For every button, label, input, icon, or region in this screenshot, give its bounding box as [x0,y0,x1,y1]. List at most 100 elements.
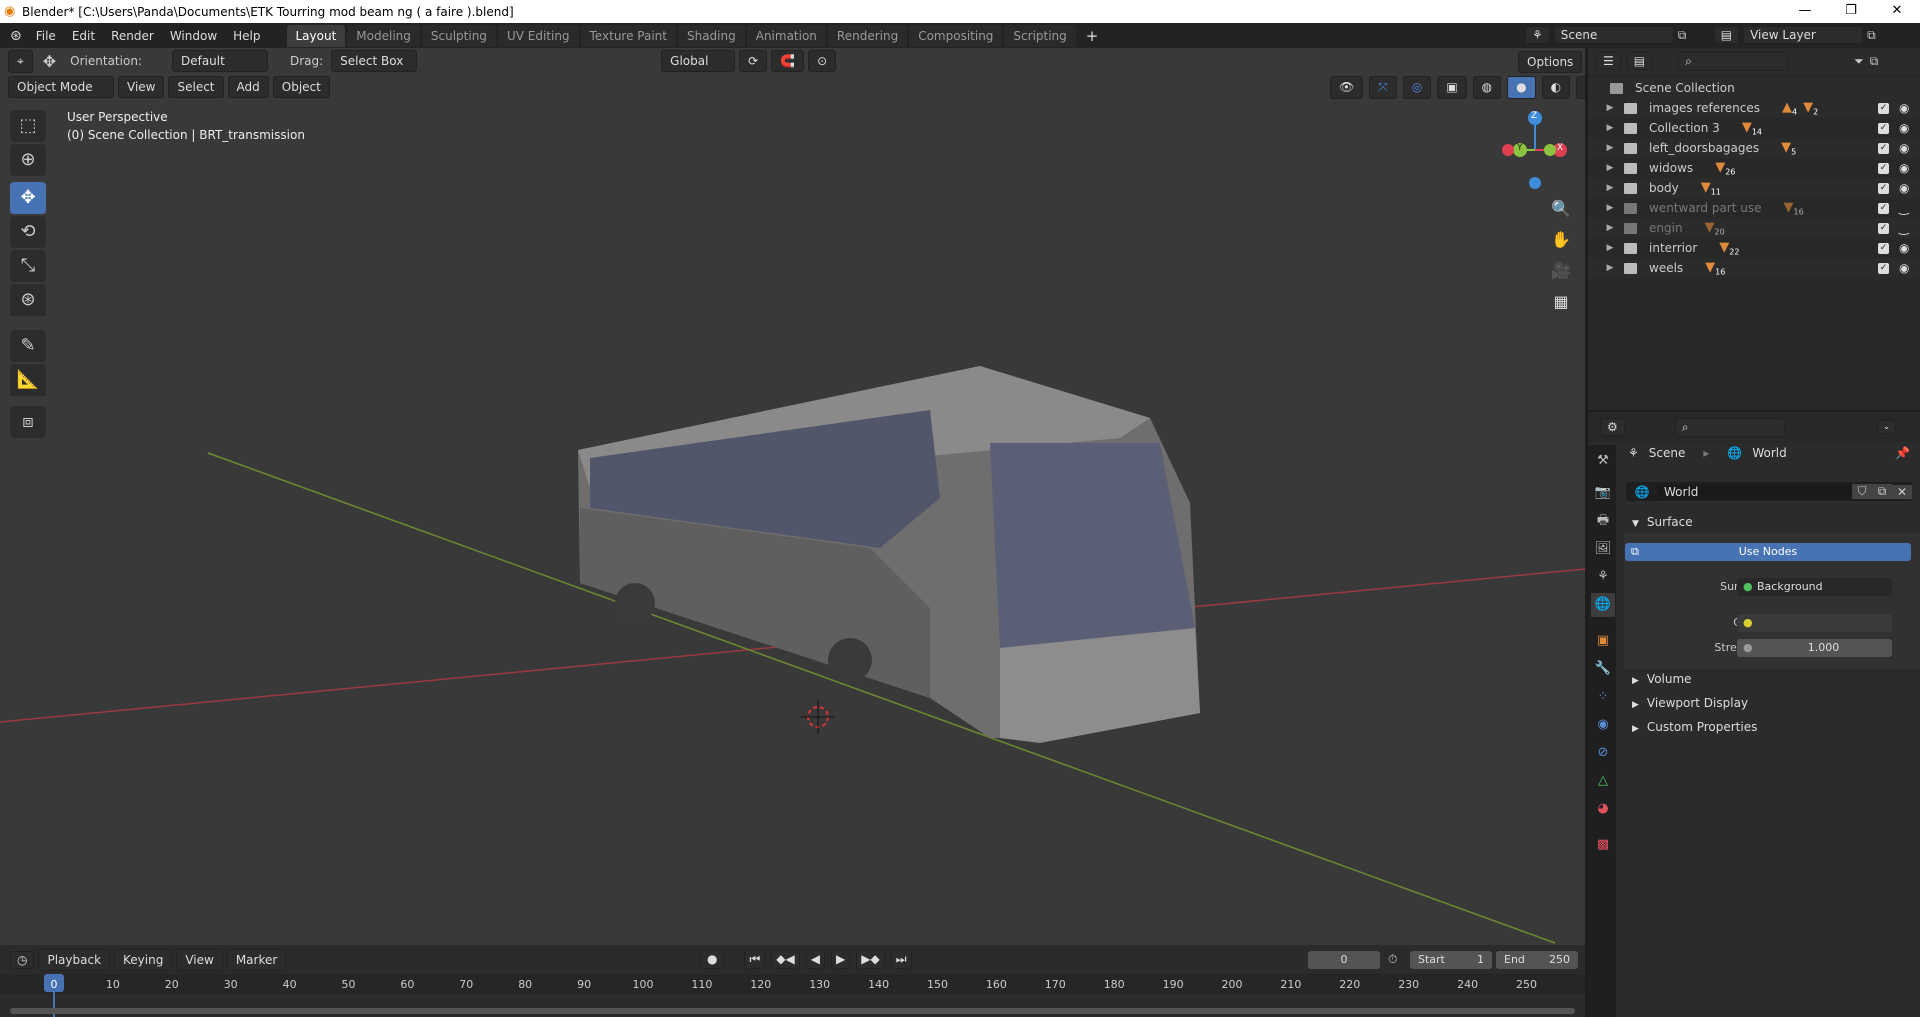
output-tab-icon[interactable]: 🖶 [1591,509,1615,533]
move-tool[interactable]: ✥ [10,182,46,214]
outliner-search-input[interactable]: ⌕ [1678,51,1789,71]
expand-icon[interactable]: ▶ [1596,143,1624,153]
options-dropdown[interactable]: Options [1518,51,1583,73]
ortho-grid-icon[interactable]: ▦ [1548,286,1574,317]
tab-scripting[interactable]: Scripting [1004,24,1076,47]
strength-field[interactable]: ● 1.000 [1737,639,1892,657]
modifier-tab-icon[interactable]: 🔧 [1591,657,1615,681]
mode-dropdown[interactable]: Object Mode [8,76,114,98]
transform-pivot-icon[interactable]: ⌖ [8,49,33,73]
add-workspace-button[interactable]: + [1078,27,1107,45]
world-tab-icon[interactable]: 🌐 [1591,593,1615,617]
surface-panel-header[interactable]: ▼ Surface [1624,511,1920,533]
shading-rendered-icon[interactable]: ◑ [1576,76,1585,99]
outliner-item[interactable]: ▶ left_doorsbagages ▼5 ✓ ◉ [1588,138,1920,158]
menu-file[interactable]: File [28,29,64,43]
prev-keyframe-icon[interactable]: ◆◀ [771,950,800,969]
menu-window[interactable]: Window [162,29,225,43]
eye-icon[interactable]: ◉ [1899,101,1909,115]
add-cube-tool[interactable]: ⧈ [10,406,46,438]
unlink-icon[interactable]: ✕ [1892,484,1912,499]
expand-icon[interactable]: ▶ [1596,203,1624,213]
jump-end-icon[interactable]: ⏭ [890,950,912,969]
exclude-checkbox[interactable]: ✓ [1878,102,1889,114]
scale-tool[interactable]: ⤡ [10,250,46,282]
scene-field[interactable]: Scene [1553,26,1674,44]
shading-solid-icon[interactable]: ● [1507,76,1536,99]
surface-shader-field[interactable]: ● Background [1737,578,1892,596]
outliner-item[interactable]: ▶ Collection 3 ▼14 ✓ ◉ [1588,118,1920,138]
outliner-item[interactable]: ▶ weels ▼16 ✓ ◉ [1588,258,1920,278]
preview-range-icon[interactable]: ⏱ [1388,952,1397,967]
current-frame-field[interactable]: 0 [1308,951,1380,969]
eye-icon[interactable]: ◉ [1899,261,1909,275]
fake-user-icon[interactable]: ⛉ [1852,484,1872,499]
physics-tab-icon[interactable]: ◉ [1591,713,1615,737]
eye-icon[interactable]: ◉ [1899,181,1909,195]
custom-properties-panel[interactable]: ▶ Custom Properties [1624,716,1920,738]
gizmo-y-label[interactable]: Y [1517,143,1523,153]
annotate-tool[interactable]: ✎ [10,330,46,362]
menu-help[interactable]: Help [225,29,268,43]
data-tab-icon[interactable]: △ [1591,769,1615,793]
rotate-tool[interactable]: ⟲ [10,216,46,248]
properties-options-icon[interactable]: ⌄ [1876,420,1897,434]
particles-tab-icon[interactable]: ⁘ [1591,685,1615,709]
gizmo-x-label[interactable]: X [1557,143,1563,153]
visibility-icon[interactable]: 👁 [1330,76,1364,99]
exclude-checkbox[interactable]: ✓ [1878,262,1889,274]
new-view-layer-icon[interactable]: ⧉ [1867,28,1876,43]
timeline-scrollbar[interactable] [10,1008,1575,1014]
color-field[interactable]: ● [1737,614,1892,632]
texture-tab-icon[interactable]: ▩ [1591,833,1615,857]
outliner-item[interactable]: ▶ interrior ▼22 ✓ ◉ [1588,238,1920,258]
play-reverse-icon[interactable]: ◀ [805,950,825,969]
select-box-tool[interactable]: ⬚ [10,110,46,142]
world-name-field[interactable]: World [1658,484,1852,499]
keying-menu[interactable]: Keying [114,949,173,971]
playback-menu[interactable]: Playback [38,949,111,971]
render-tab-icon[interactable]: 📷 [1591,481,1615,505]
new-collection-icon[interactable]: ⧉ [1870,54,1879,69]
outliner-item[interactable]: ▶ engin ▼20 ✓ ‿ [1588,218,1920,238]
use-nodes-button[interactable]: ⧉ Use Nodes [1625,543,1911,561]
filter-icon[interactable]: ⏷ [1854,54,1864,69]
eye-closed-icon[interactable]: ‿ [1899,221,1909,235]
pan-hand-icon[interactable]: ✋ [1548,224,1574,255]
tab-animation[interactable]: Animation [746,24,826,47]
tab-texture-paint[interactable]: Texture Paint [580,24,676,47]
eye-icon[interactable]: ◉ [1899,121,1909,135]
scene-tab-icon[interactable]: ⚘ [1591,565,1615,589]
menu-view[interactable]: View [118,76,165,98]
minimize-button[interactable]: — [1782,0,1828,23]
camera-view-icon[interactable]: 🎥 [1548,255,1574,286]
blender-menu-icon[interactable]: ⊛ [0,28,28,44]
menu-render[interactable]: Render [103,29,162,43]
exclude-checkbox[interactable]: ✓ [1878,122,1889,134]
menu-edit[interactable]: Edit [64,29,103,43]
menu-select[interactable]: Select [168,76,224,98]
tab-uv-editing[interactable]: UV Editing [497,24,579,47]
expand-icon[interactable]: ▶ [1596,103,1624,113]
expand-icon[interactable]: ▶ [1596,223,1624,233]
exclude-checkbox[interactable]: ✓ [1878,222,1889,234]
timeline-editor-type-icon[interactable]: ◷ [10,951,35,969]
expand-icon[interactable]: ▶ [1596,263,1624,273]
transform-orientation-dropdown[interactable]: Global [661,50,736,72]
duplicate-icon[interactable]: ⧉ [1872,484,1892,499]
tool-tab-icon[interactable]: ⚒ [1591,449,1615,473]
start-frame-field[interactable]: Start 1 [1410,951,1492,969]
exclude-checkbox[interactable]: ✓ [1878,142,1889,154]
jump-start-icon[interactable]: ⏮ [744,950,766,969]
expand-icon[interactable]: ▶ [1596,183,1624,193]
play-icon[interactable]: ▶ [831,950,851,969]
cursor-tool[interactable]: ⊕ [10,144,46,176]
view-layer-field[interactable]: View Layer [1743,26,1864,44]
outliner-item[interactable]: ▶ widows ▼26 ✓ ◉ [1588,158,1920,178]
gizmo-z-label[interactable]: Z [1531,111,1537,121]
material-tab-icon[interactable]: ◕ [1591,797,1615,821]
volume-panel[interactable]: ▶ Volume [1624,668,1920,690]
properties-search-input[interactable]: ⌕ [1674,417,1785,437]
expand-icon[interactable]: ▶ [1596,163,1624,173]
scene-selector-icon[interactable]: ⚘ [1525,26,1550,44]
